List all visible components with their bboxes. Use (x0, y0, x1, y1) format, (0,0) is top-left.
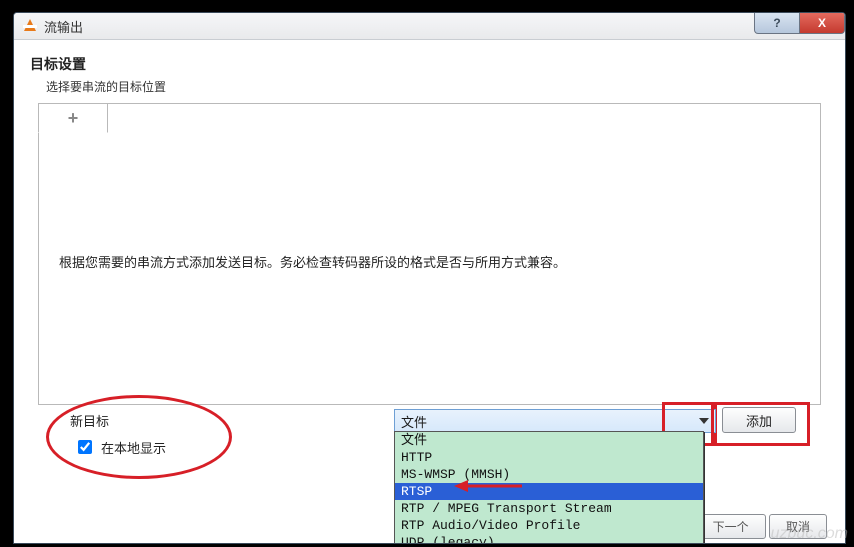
destinations-panel: + 根据您需要的串流方式添加发送目标。务必检查转码器所设的格式是否与所用方式兼容… (38, 103, 821, 405)
hint-text: 根据您需要的串流方式添加发送目标。务必检查转码器所设的格式是否与所用方式兼容。 (59, 252, 800, 271)
dropdown-item[interactable]: 文件 (395, 432, 703, 449)
window-title: 流输出 (44, 17, 83, 36)
display-locally-row[interactable]: 在本地显示 (74, 437, 166, 457)
next-button[interactable]: 下一个 (696, 514, 766, 539)
dropdown-item[interactable]: RTP / MPEG Transport Stream (395, 500, 703, 517)
dropdown-item[interactable]: RTP Audio/Video Profile (395, 517, 703, 534)
display-locally-checkbox[interactable] (78, 440, 92, 454)
stream-output-dialog: 流输出 ? X 目标设置 选择要串流的目标位置 + 根据您需要的串流方式添加发送… (13, 12, 846, 544)
add-button-label: 添加 (746, 411, 772, 430)
dropdown-item[interactable]: UDP (legacy) (395, 534, 703, 544)
destination-dropdown-list[interactable]: 文件 HTTP MS-WMSP (MMSH) RTSP RTP / MPEG T… (394, 431, 704, 544)
new-target-label: 新目标 (70, 411, 109, 430)
section-subtitle: 选择要串流的目标位置 (46, 78, 829, 95)
plus-icon: + (68, 108, 79, 129)
titlebar[interactable]: 流输出 ? X (14, 13, 845, 40)
panel-body: 根据您需要的串流方式添加发送目标。务必检查转码器所设的格式是否与所用方式兼容。 (39, 132, 820, 404)
combo-selected-text: 文件 (401, 412, 427, 431)
chevron-down-icon (699, 418, 709, 424)
section-title: 目标设置 (30, 54, 829, 74)
dropdown-item[interactable]: HTTP (395, 449, 703, 466)
vlc-cone-icon (22, 18, 38, 34)
dropdown-item-selected[interactable]: RTSP (395, 483, 703, 500)
window-controls: ? X (754, 13, 845, 34)
cancel-button[interactable]: 取消 (769, 514, 827, 539)
destination-combobox[interactable]: 文件 (394, 409, 716, 433)
close-button[interactable]: X (799, 13, 845, 34)
add-tab[interactable]: + (38, 103, 108, 133)
wizard-footer: 下一个 取消 (696, 514, 827, 539)
help-button[interactable]: ? (754, 13, 800, 34)
add-button[interactable]: 添加 (722, 407, 796, 433)
dropdown-item[interactable]: MS-WMSP (MMSH) (395, 466, 703, 483)
display-locally-label: 在本地显示 (101, 438, 166, 457)
